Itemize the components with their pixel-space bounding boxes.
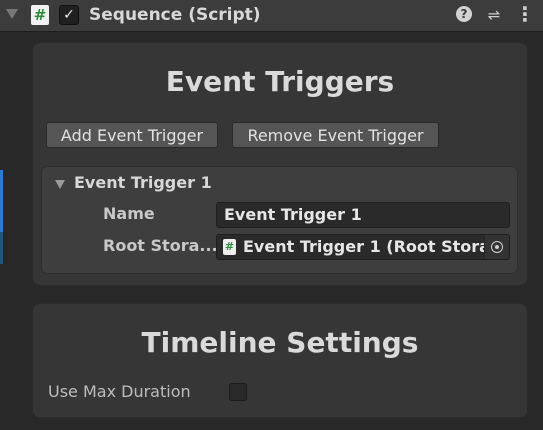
presets-icon[interactable]: ⇌ (485, 6, 503, 24)
root-storage-label: Root Stora... (103, 236, 218, 255)
selection-indicator-secondary (0, 232, 3, 264)
component-title: Sequence (Script) (89, 5, 261, 25)
event-triggers-title: Event Triggers (165, 65, 395, 98)
name-field-label: Name (103, 204, 155, 223)
timeline-settings-title: Timeline Settings (141, 326, 419, 359)
component-enabled-checkbox[interactable]: ✓ (59, 5, 79, 25)
use-max-duration-label: Use Max Duration (48, 382, 191, 401)
timeline-settings-section: Timeline Settings Use Max Duration (32, 303, 528, 418)
script-icon: # (31, 5, 49, 25)
foldout-expanded-icon[interactable] (55, 180, 65, 189)
foldout-arrow-icon[interactable] (6, 9, 18, 19)
name-field[interactable]: Event Trigger 1 (216, 202, 510, 228)
help-icon[interactable]: ? (456, 6, 472, 22)
object-picker-dot (495, 245, 499, 249)
script-icon: # (223, 239, 236, 255)
component-header[interactable]: # ✓ Sequence (Script) ? ⇌ ⋮ (0, 0, 543, 32)
object-picker-button[interactable] (484, 235, 509, 259)
add-event-trigger-button[interactable]: Add Event Trigger (46, 122, 218, 148)
kebab-menu-icon[interactable]: ⋮ (515, 4, 535, 24)
root-storage-object-field[interactable]: # Event Trigger 1 (Root Storage) (216, 234, 510, 260)
root-storage-value: Event Trigger 1 (Root Storage) (243, 237, 485, 256)
selection-indicator (0, 170, 3, 232)
inspector: # ✓ Sequence (Script) ? ⇌ ⋮ Event Trigge… (0, 0, 543, 430)
use-max-duration-checkbox[interactable] (229, 383, 247, 401)
event-trigger-label[interactable]: Event Trigger 1 (74, 172, 212, 194)
event-trigger-foldout: Event Trigger 1 Name Event Trigger 1 Roo… (41, 166, 518, 274)
remove-event-trigger-button[interactable]: Remove Event Trigger (232, 122, 439, 148)
event-triggers-section: Event Triggers Add Event Trigger Remove … (32, 42, 528, 286)
